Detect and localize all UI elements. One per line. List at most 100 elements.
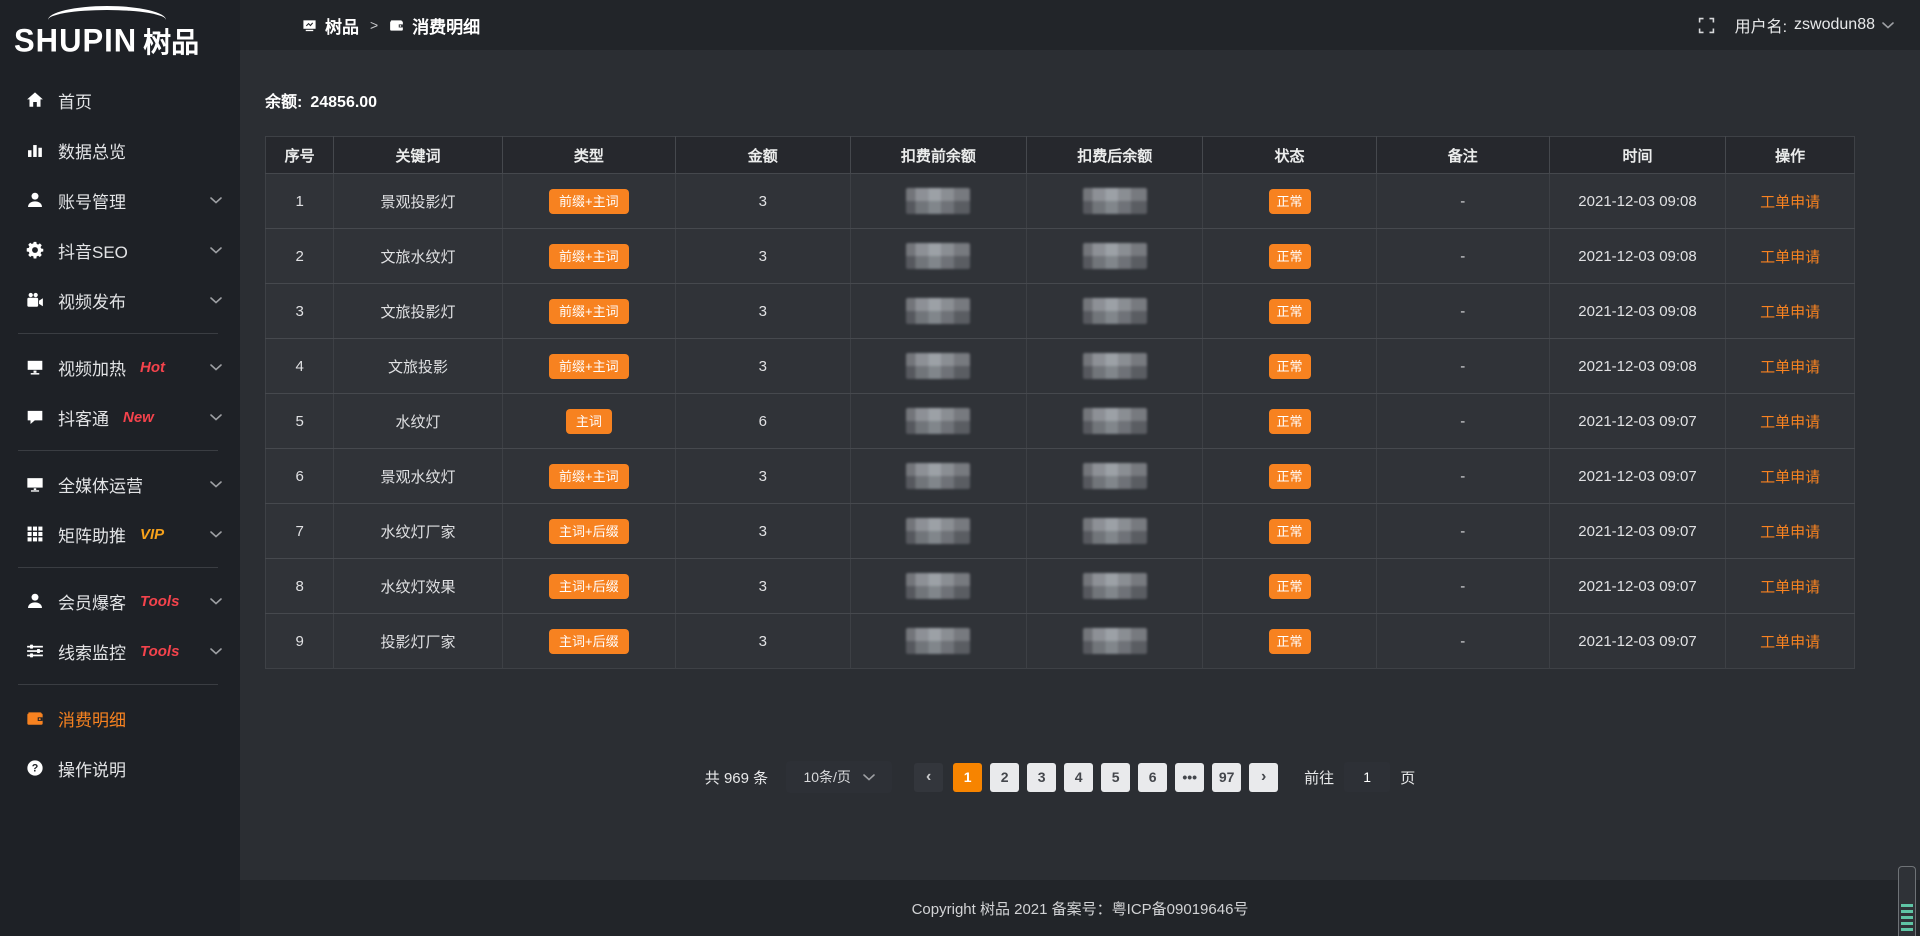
sidebar-item-douyin-seo[interactable]: 抖音SEO <box>0 225 240 275</box>
home-icon <box>25 91 45 109</box>
sidebar-item-douketong[interactable]: 抖客通New <box>0 392 240 442</box>
page-button-5[interactable]: 5 <box>1101 763 1130 792</box>
sidebar-item-matrix-boost[interactable]: 矩阵助推VIP <box>0 509 240 559</box>
cell-status: 正常 <box>1203 504 1376 559</box>
sidebar-item-consumption-detail[interactable]: 消费明细 <box>0 693 240 743</box>
cell-balance-before <box>850 174 1026 229</box>
masked-balance-before <box>906 298 970 324</box>
goto-label: 前往 <box>1304 767 1334 788</box>
monitor-icon <box>25 475 45 493</box>
cell-action: 工单申请 <box>1726 449 1855 504</box>
work-order-link[interactable]: 工单申请 <box>1760 249 1820 266</box>
sidebar-item-media-operation[interactable]: 全媒体运营 <box>0 459 240 509</box>
cell-time: 2021-12-03 09:07 <box>1549 504 1725 559</box>
fullscreen-icon[interactable] <box>1698 17 1715 34</box>
cell-remark: - <box>1376 394 1549 449</box>
prev-page-button[interactable]: ‹ <box>914 763 943 792</box>
cell-index: 4 <box>266 339 334 394</box>
cell-balance-before <box>850 339 1026 394</box>
cell-type: 前缀+主词 <box>502 229 675 284</box>
page-buttons: 123456 ••• 97 <box>953 763 1241 792</box>
logo-text-cn: 树品 <box>143 21 199 61</box>
menu-badge: New <box>123 409 154 426</box>
cell-amount: 3 <box>675 504 850 559</box>
goto-page-input[interactable] <box>1344 762 1390 792</box>
page-ellipsis-button[interactable]: ••• <box>1175 763 1204 792</box>
sidebar-item-video-heating[interactable]: 视频加热Hot <box>0 342 240 392</box>
sidebar-item-member-burst[interactable]: 会员爆客Tools <box>0 576 240 626</box>
cell-index: 6 <box>266 449 334 504</box>
work-order-link[interactable]: 工单申请 <box>1760 304 1820 321</box>
page-button-1[interactable]: 1 <box>953 763 982 792</box>
type-badge: 主词+后缀 <box>549 519 629 544</box>
page-button-6[interactable]: 6 <box>1138 763 1167 792</box>
cell-remark: - <box>1376 229 1549 284</box>
cell-time: 2021-12-03 09:08 <box>1549 339 1725 394</box>
chart-icon <box>25 141 45 159</box>
status-badge: 正常 <box>1269 574 1311 599</box>
cell-balance-before <box>850 229 1026 284</box>
cell-time: 2021-12-03 09:07 <box>1549 449 1725 504</box>
breadcrumb-item-current[interactable]: 消费明细 <box>389 13 480 38</box>
work-order-link[interactable]: 工单申请 <box>1760 194 1820 211</box>
gear-icon <box>25 241 45 259</box>
cell-type: 主词 <box>502 394 675 449</box>
menu-badge: Tools <box>140 643 179 660</box>
masked-balance-after <box>1083 353 1147 379</box>
page-size-select[interactable]: 10条/页 <box>786 761 892 793</box>
work-order-link[interactable]: 工单申请 <box>1760 634 1820 651</box>
user-dropdown[interactable]: 用户名: zswodun88 <box>1735 13 1894 37</box>
breadcrumb-item-root[interactable]: 树品 <box>302 13 359 38</box>
masked-balance-before <box>906 518 970 544</box>
status-badge: 正常 <box>1269 299 1311 324</box>
floating-side-widget[interactable] <box>1898 866 1916 936</box>
chevron-down-icon <box>210 414 222 421</box>
sidebar-item-lead-monitor[interactable]: 线索监控 Tools <box>0 626 240 676</box>
username-label: 用户名: <box>1735 13 1787 37</box>
masked-balance-after <box>1083 518 1147 544</box>
cell-remark: - <box>1376 504 1549 559</box>
cell-index: 5 <box>266 394 334 449</box>
masked-balance-before <box>906 628 970 654</box>
sidebar-item-account-management[interactable]: 账号管理 <box>0 175 240 225</box>
cell-type: 主词+后缀 <box>502 614 675 669</box>
cell-amount: 3 <box>675 284 850 339</box>
sidebar-item-video-publish[interactable]: 视频发布 <box>0 275 240 325</box>
status-badge: 正常 <box>1269 519 1311 544</box>
work-order-link[interactable]: 工单申请 <box>1760 469 1820 486</box>
column-header: 金额 <box>675 137 850 174</box>
cell-amount: 3 <box>675 339 850 394</box>
content: 余额:24856.00 序号关键词类型金额扣费前余额扣费后余额状态备注时间操作 … <box>240 50 1920 880</box>
logo-arc-icon <box>48 6 166 20</box>
work-order-link[interactable]: 工单申请 <box>1760 359 1820 376</box>
cell-balance-after <box>1027 504 1203 559</box>
page-button-3[interactable]: 3 <box>1027 763 1056 792</box>
sidebar-item-label: 账号管理 <box>58 188 126 213</box>
menu-divider <box>18 684 218 685</box>
sidebar-item-data-overview[interactable]: 数据总览 <box>0 125 240 175</box>
sidebar-item-label: 全媒体运营 <box>58 472 143 497</box>
sidebar-item-operation-guide[interactable]: ?操作说明 <box>0 743 240 793</box>
sidebar-menu: 首页数据总览账号管理抖音SEO视频发布视频加热Hot抖客通New 全媒体运营矩阵助… <box>0 75 240 793</box>
help-icon: ? <box>25 759 45 777</box>
work-order-link[interactable]: 工单申请 <box>1760 414 1820 431</box>
sidebar-item-label: 矩阵助推 <box>58 522 126 547</box>
cell-remark: - <box>1376 174 1549 229</box>
cell-index: 2 <box>266 229 334 284</box>
cell-type: 主词+后缀 <box>502 559 675 614</box>
page-button-97[interactable]: 97 <box>1212 763 1241 792</box>
cell-keyword: 水纹灯 <box>334 394 502 449</box>
cell-action: 工单申请 <box>1726 339 1855 394</box>
next-page-button[interactable]: › <box>1249 763 1278 792</box>
work-order-link[interactable]: 工单申请 <box>1760 579 1820 596</box>
cell-amount: 3 <box>675 449 850 504</box>
page-button-2[interactable]: 2 <box>990 763 1019 792</box>
sidebar-item-label: 线索监控 <box>58 639 126 664</box>
work-order-link[interactable]: 工单申请 <box>1760 524 1820 541</box>
sidebar-item-home[interactable]: 首页 <box>0 75 240 125</box>
cell-keyword: 文旅水纹灯 <box>334 229 502 284</box>
status-badge: 正常 <box>1269 409 1311 434</box>
type-badge: 主词+后缀 <box>549 629 629 654</box>
type-badge: 前缀+主词 <box>549 244 629 269</box>
page-button-4[interactable]: 4 <box>1064 763 1093 792</box>
